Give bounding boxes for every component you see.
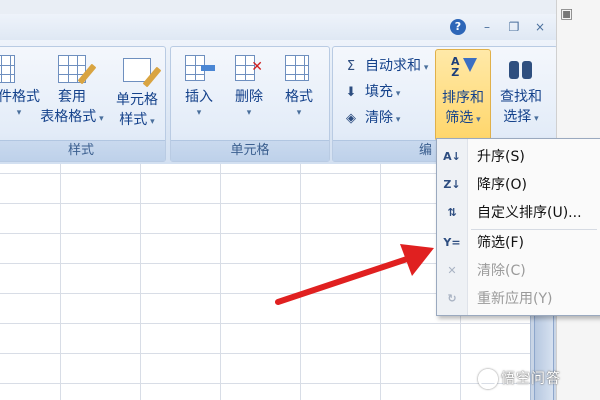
find-select-button[interactable]: 查找和 选择 ▾ (491, 55, 551, 129)
format-label: 格式 (285, 89, 313, 105)
eraser-icon: ◈ (346, 111, 356, 126)
sort-ascending-icon: A↓ (443, 150, 461, 163)
cell-styles-icon (123, 58, 162, 88)
excel-window: ? – ❐ × 件格式 ▾ 套用 表格格式 ▾ 单元格 样式 ▾ 样式 插入 ▾… (0, 0, 600, 400)
sort-filter-line1: 排序和 (442, 90, 484, 106)
sort-filter-menu: A↓ 升序(S) Z↓ 降序(O) ⇅ 自定义排序(U)... Y= 筛选(F)… (436, 138, 600, 316)
format-as-table-button[interactable]: 套用 表格格式 ▾ (39, 55, 105, 129)
insert-label: 插入 (185, 89, 213, 105)
cell-styles-line1: 单元格 (116, 92, 158, 108)
group-styles-label: 样式 (0, 140, 165, 161)
custom-sort-label: 自定义排序(U)... (477, 205, 582, 221)
binoculars-icon (507, 55, 535, 83)
sort-filter-line2: 筛选 (445, 110, 474, 126)
reapply-icon: ↻ (447, 292, 457, 305)
annotation-arrow-icon (275, 244, 434, 305)
menu-item-custom-sort[interactable]: ⇅ 自定义排序(U)... (437, 199, 600, 227)
menu-item-reapply[interactable]: ↻ 重新应用(Y) (437, 285, 600, 313)
restore-button[interactable]: ❐ (505, 18, 523, 36)
format-button[interactable]: 格式 ▾ (277, 55, 321, 119)
delete-label: 删除 (235, 89, 263, 105)
group-styles: 件格式 ▾ 套用 表格格式 ▾ 单元格 样式 ▾ 样式 (0, 46, 166, 162)
watermark-text: 悟空问答 (501, 371, 561, 387)
conditional-format-label: 件格式 (0, 89, 40, 105)
format-cells-icon (285, 55, 313, 83)
filter-label: 筛选(F) (477, 235, 524, 251)
conditional-format-icon (0, 55, 19, 83)
chevron-down-icon: ▾ (246, 108, 252, 118)
find-select-line2: 选择 (503, 109, 532, 125)
funnel-icon (463, 58, 477, 72)
title-bar: ? – ❐ × (0, 14, 556, 41)
group-cells-label: 单元格 (171, 140, 329, 161)
autosum-label: 自动求和 (365, 58, 421, 74)
clear-label: 清除 (365, 110, 393, 126)
sort-descending-label: 降序(O) (477, 177, 527, 193)
conditional-format-button[interactable]: 件格式 ▾ (0, 55, 41, 119)
help-button[interactable]: ? (450, 19, 466, 35)
clear-button[interactable]: ◈ 清除 ▾ (343, 107, 400, 129)
sort-descending-icon: Z↓ (443, 178, 461, 191)
clear-filter-icon: ✕ (447, 264, 457, 277)
sort-ascending-label: 升序(S) (477, 149, 525, 165)
find-select-line1: 查找和 (500, 89, 542, 105)
fill-button[interactable]: ⬇ 填充 ▾ (343, 81, 401, 103)
group-cells: 插入 ▾ ✕ 删除 ▾ 格式 ▾ 单元格 (170, 46, 330, 162)
fill-label: 填充 (365, 84, 393, 100)
sort-filter-icon: AZ (449, 56, 477, 84)
watermark-logo-icon (478, 369, 498, 389)
reapply-label: 重新应用(Y) (477, 291, 553, 307)
table-style-icon (58, 55, 97, 85)
insert-arrow-icon (201, 65, 215, 71)
close-button[interactable]: × (531, 18, 549, 36)
menu-item-clear-filter[interactable]: ✕ 清除(C) (437, 257, 600, 285)
format-grid-icon (285, 55, 309, 81)
filter-icon: Y= (443, 236, 461, 249)
binoculars-left (509, 61, 519, 79)
menu-item-filter[interactable]: Y= 筛选(F) (437, 229, 600, 257)
menu-item-sort-descending[interactable]: Z↓ 降序(O) (437, 171, 600, 199)
background-window-icon: ▣ (560, 6, 574, 22)
clear-filter-label: 清除(C) (477, 263, 526, 279)
grid-icon (0, 55, 15, 83)
sigma-icon: Σ (346, 59, 356, 74)
autosum-button[interactable]: Σ 自动求和 ▾ (343, 55, 429, 77)
chevron-down-icon: ▾ (296, 108, 302, 118)
sort-filter-button[interactable]: AZ 排序和 筛选 ▾ (435, 49, 491, 141)
delete-x-icon: ✕ (251, 59, 263, 75)
custom-sort-icon: ⇅ (447, 206, 457, 219)
insert-button[interactable]: 插入 ▾ (177, 55, 221, 119)
cell-styles-line2: 样式 (119, 112, 148, 128)
menu-item-sort-ascending[interactable]: A↓ 升序(S) (437, 143, 600, 171)
chevron-down-icon: ▾ (196, 108, 202, 118)
delete-cells-icon: ✕ (235, 55, 263, 83)
delete-button[interactable]: ✕ 删除 ▾ (227, 55, 271, 119)
binoculars-right (522, 61, 532, 79)
fill-down-icon: ⬇ (345, 85, 357, 100)
format-as-table-line1: 套用 (58, 89, 86, 105)
insert-cells-icon (185, 55, 215, 83)
chevron-down-icon: ▾ (16, 108, 22, 118)
top-strip (0, 0, 560, 14)
cell-styles-button[interactable]: 单元格 样式 ▾ (109, 55, 165, 132)
watermark: 悟空问答 (478, 368, 561, 389)
minimize-button[interactable]: – (478, 18, 496, 36)
az-glyph: AZ (451, 55, 460, 79)
format-as-table-line2: 表格格式 (40, 109, 97, 125)
